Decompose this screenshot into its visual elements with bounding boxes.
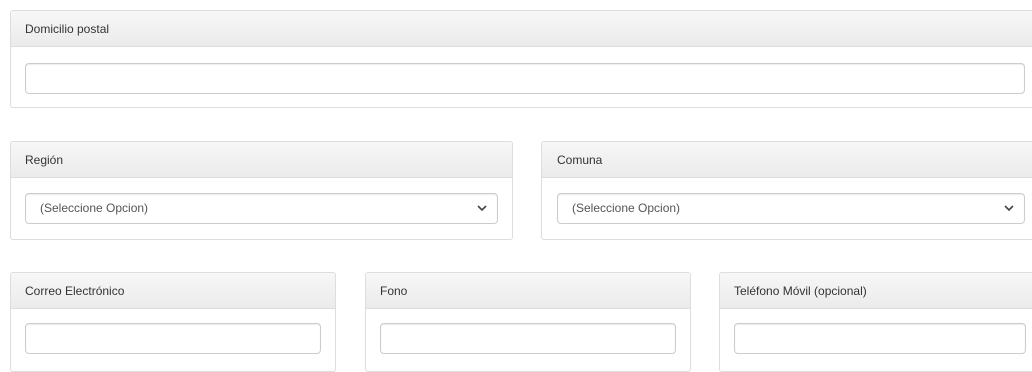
domicilio-input[interactable] xyxy=(25,63,1025,94)
domicilio-label: Domicilio postal xyxy=(11,11,1032,47)
correo-label: Correo Electrónico xyxy=(11,273,335,309)
region-label: Región xyxy=(11,142,512,178)
chevron-down-icon xyxy=(1004,205,1014,212)
comuna-panel: Comuna (Seleccione Opcion) xyxy=(541,141,1032,240)
domicilio-panel: Domicilio postal xyxy=(10,10,1032,108)
region-selected-value: (Seleccione Opcion) xyxy=(40,201,149,215)
correo-panel: Correo Electrónico xyxy=(10,272,336,372)
comuna-label: Comuna xyxy=(542,142,1032,178)
comuna-select[interactable]: (Seleccione Opcion) xyxy=(557,193,1025,224)
chevron-down-icon xyxy=(477,205,487,212)
region-panel: Región (Seleccione Opcion) xyxy=(10,141,513,240)
correo-input[interactable] xyxy=(25,323,321,354)
movil-panel: Teléfono Móvil (opcional) xyxy=(719,272,1032,372)
movil-input[interactable] xyxy=(734,323,1026,354)
region-select[interactable]: (Seleccione Opcion) xyxy=(25,193,498,224)
fono-input[interactable] xyxy=(380,323,676,354)
comuna-selected-value: (Seleccione Opcion) xyxy=(572,201,681,215)
movil-label: Teléfono Móvil (opcional) xyxy=(720,273,1032,309)
fono-label: Fono xyxy=(366,273,690,309)
fono-panel: Fono xyxy=(365,272,691,372)
